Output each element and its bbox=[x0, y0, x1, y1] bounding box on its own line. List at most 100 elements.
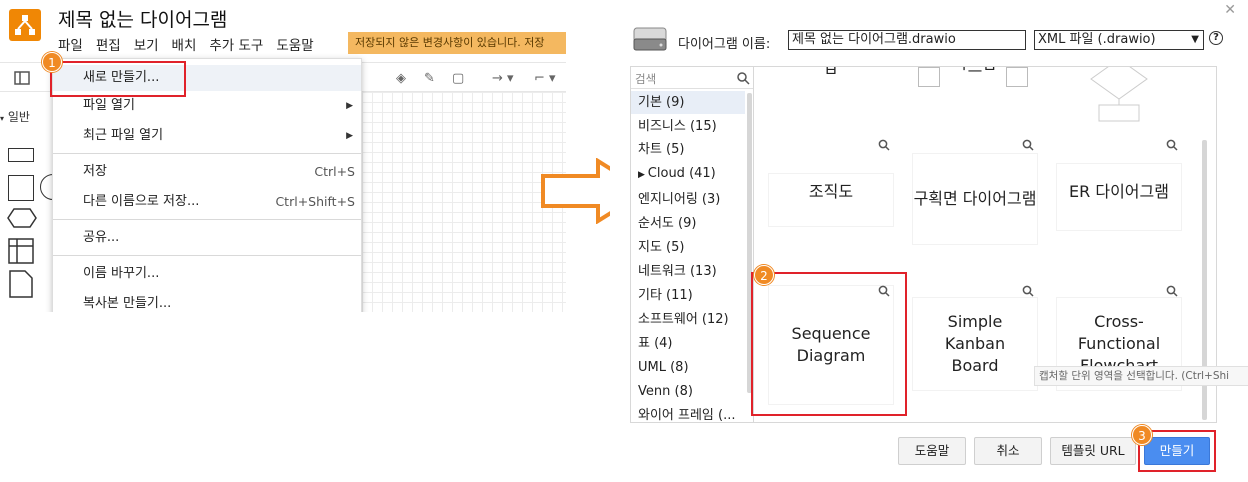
shape-table[interactable] bbox=[8, 238, 34, 268]
menu-item-label: 저장 bbox=[83, 164, 107, 179]
template-url-button[interactable]: 템플릿 URL bbox=[1050, 437, 1136, 465]
connection-icon[interactable]: → ▾ bbox=[492, 71, 514, 86]
shape-hexagon[interactable] bbox=[7, 208, 37, 232]
template-label: ER 다이어그램 bbox=[1052, 147, 1186, 237]
shape-note[interactable] bbox=[9, 270, 33, 302]
template-kanban-board[interactable]: Simple Kanban Board bbox=[908, 291, 1042, 397]
step-badge-2: 2 bbox=[754, 265, 774, 285]
expand-arrow-icon: ▶ bbox=[638, 170, 648, 180]
template-label: ㄱ드ㅂ bbox=[952, 66, 998, 76]
category-cloud[interactable]: ▶ Cloud (41) bbox=[631, 162, 745, 185]
filename-input[interactable]: 제목 없는 다이어그램.drawio bbox=[788, 30, 1026, 50]
highlight-box-sequence bbox=[751, 272, 907, 416]
menu-divider bbox=[53, 255, 361, 256]
template-partial[interactable]: ㅂ bbox=[764, 66, 898, 80]
filename-label: 다이어그램 이름: bbox=[678, 37, 771, 52]
submenu-arrow-icon: ▶ bbox=[346, 131, 353, 141]
template-swimlane-diagram[interactable]: 구획면 다이어그램 bbox=[908, 147, 1042, 251]
template-label: ㅂ bbox=[823, 66, 839, 80]
menu-edit[interactable]: 편집 bbox=[96, 34, 121, 54]
category-engineering[interactable]: 엔지니어링 (3) bbox=[631, 188, 745, 211]
category-venn[interactable]: Venn (8) bbox=[631, 380, 745, 403]
category-business[interactable]: 비즈니스 (15) bbox=[631, 115, 745, 138]
preview-magnifier-icon[interactable] bbox=[878, 139, 890, 151]
diagram-canvas[interactable] bbox=[362, 92, 566, 312]
shape-section-general[interactable]: ▾ 일반 bbox=[0, 108, 30, 125]
menu-view[interactable]: 보기 bbox=[134, 34, 159, 54]
menu-arrange[interactable]: 배치 bbox=[172, 34, 197, 54]
filetype-select[interactable]: XML 파일 (.drawio) ▼ bbox=[1034, 30, 1204, 50]
cancel-button[interactable]: 취소 bbox=[974, 437, 1042, 465]
category-tables[interactable]: 표 (4) bbox=[631, 332, 745, 355]
template-label: 조직도 bbox=[764, 147, 898, 237]
menu-item-label: 최근 파일 열기 bbox=[83, 128, 164, 143]
device-storage-icon bbox=[632, 25, 668, 53]
drawio-logo-icon bbox=[9, 9, 41, 41]
menu-item-label: 복사본 만들기... bbox=[83, 296, 172, 311]
category-network[interactable]: 네트워크 (13) bbox=[631, 260, 745, 283]
chevron-down-icon: ▼ bbox=[1191, 34, 1199, 45]
category-charts[interactable]: 차트 (5) bbox=[631, 138, 745, 161]
close-icon[interactable]: ✕ bbox=[1224, 2, 1236, 18]
category-other[interactable]: 기타 (11) bbox=[631, 284, 745, 307]
menu-help[interactable]: 도움말 bbox=[276, 34, 313, 54]
template-partial[interactable]: ㄱ드ㅂ bbox=[908, 66, 1042, 93]
template-org-chart[interactable]: 조직도 bbox=[764, 147, 898, 237]
category-list: 검색 기본 (9) 비즈니스 (15) 차트 (5) ▶ Cloud (41) … bbox=[630, 66, 754, 423]
category-uml[interactable]: UML (8) bbox=[631, 356, 745, 379]
category-wireframes[interactable]: 와이어 프레임 (... bbox=[631, 404, 745, 422]
drawio-editor: 제목 없는 다이어그램 파일 편집 보기 배치 추가 도구 도움말 저장되지 않… bbox=[0, 0, 566, 312]
format-panel-icon[interactable] bbox=[14, 71, 30, 89]
submenu-arrow-icon: ▶ bbox=[346, 101, 353, 111]
menu-divider bbox=[53, 153, 361, 154]
category-flowcharts[interactable]: 순서도 (9) bbox=[631, 212, 745, 235]
preview-magnifier-icon[interactable] bbox=[1022, 285, 1034, 297]
menu-item-open-recent[interactable]: 최근 파일 열기 ▶ bbox=[53, 123, 361, 149]
chevron-down-icon: ▾ bbox=[0, 114, 5, 123]
section-label: 일반 bbox=[7, 110, 30, 124]
shape-rectangle[interactable] bbox=[8, 148, 34, 162]
preview-magnifier-icon[interactable] bbox=[1166, 139, 1178, 151]
menu-item-share[interactable]: 공유... bbox=[53, 225, 361, 251]
waypoints-icon[interactable]: ⌐ ▾ bbox=[534, 71, 556, 86]
menu-item-save[interactable]: 저장 Ctrl+S bbox=[53, 159, 361, 185]
template-er-diagram[interactable]: ER 다이어그램 bbox=[1052, 147, 1186, 237]
menu-item-rename[interactable]: 이름 바꾸기... bbox=[53, 261, 361, 287]
template-partial[interactable] bbox=[1052, 67, 1186, 129]
menu-shortcut: Ctrl+S bbox=[314, 164, 355, 179]
menu-divider bbox=[53, 219, 361, 220]
category-basic[interactable]: 기본 (9) bbox=[631, 91, 745, 114]
category-software[interactable]: 소프트웨어 (12) bbox=[631, 308, 745, 331]
template-search-input[interactable]: 검색 bbox=[631, 67, 753, 89]
unsaved-changes-notice[interactable]: 저장되지 않은 변경사항이 있습니다. 저장 bbox=[348, 32, 566, 54]
menu-item-make-copy[interactable]: 복사본 만들기... bbox=[53, 291, 361, 312]
menu-item-label: 공유... bbox=[83, 230, 120, 245]
line-color-icon[interactable]: ✎ bbox=[424, 71, 435, 86]
document-title[interactable]: 제목 없는 다이어그램 bbox=[58, 5, 227, 32]
shadow-icon[interactable]: ▢ bbox=[452, 71, 464, 86]
category-maps[interactable]: 지도 (5) bbox=[631, 236, 745, 259]
step-badge-3: 3 bbox=[1132, 425, 1152, 445]
search-placeholder: 검색 bbox=[635, 72, 657, 86]
help-icon[interactable]: ? bbox=[1209, 31, 1223, 45]
capture-tooltip: 캡처할 단위 영역을 선택합니다. (Ctrl+Shi bbox=[1034, 366, 1248, 386]
menu-bar: 파일 편집 보기 배치 추가 도구 도움말 bbox=[58, 34, 314, 54]
search-icon bbox=[737, 70, 750, 89]
filetype-value: XML 파일 (.drawio) bbox=[1038, 32, 1156, 47]
preview-magnifier-icon[interactable] bbox=[1166, 285, 1178, 297]
menu-file[interactable]: 파일 bbox=[58, 34, 83, 54]
menu-item-label: 파일 열기 bbox=[83, 98, 135, 113]
template-label: 구획면 다이어그램 bbox=[908, 147, 1042, 251]
highlight-box-new bbox=[50, 61, 186, 97]
preview-magnifier-icon[interactable] bbox=[1022, 139, 1034, 151]
menu-item-label: 다른 이름으로 저장... bbox=[83, 194, 200, 209]
menu-extras[interactable]: 추가 도구 bbox=[209, 34, 263, 54]
menu-item-save-as[interactable]: 다른 이름으로 저장... Ctrl+Shift+S bbox=[53, 189, 361, 215]
menu-shortcut: Ctrl+Shift+S bbox=[275, 194, 355, 209]
category-label: Cloud (41) bbox=[647, 166, 716, 181]
shape-square[interactable] bbox=[8, 175, 34, 201]
fill-color-icon[interactable]: ◈ bbox=[396, 71, 406, 86]
new-diagram-dialog: ✕ 다이어그램 이름: 제목 없는 다이어그램.drawio XML 파일 (.… bbox=[610, 0, 1248, 482]
help-button[interactable]: 도움말 bbox=[898, 437, 966, 465]
menu-item-label: 이름 바꾸기... bbox=[83, 266, 160, 281]
